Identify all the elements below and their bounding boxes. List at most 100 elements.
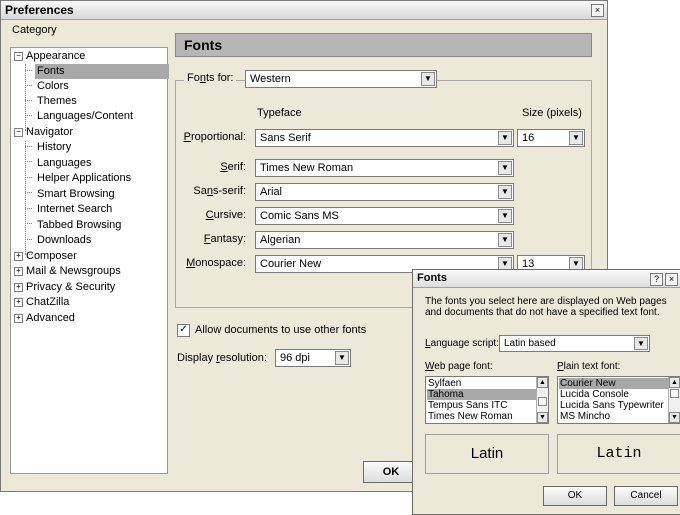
list-item[interactable]: MS Mincho: [560, 411, 610, 422]
scroll-down-icon[interactable]: ▼: [669, 412, 680, 423]
monospace-label: Monospace:: [186, 257, 246, 269]
scroll-up-icon[interactable]: ▲: [669, 377, 680, 388]
tree-item-languages-content[interactable]: Languages/Content: [37, 109, 133, 124]
scroll-down-icon[interactable]: ▼: [537, 412, 548, 423]
dialog-description: The fonts you select here are displayed …: [425, 296, 667, 318]
tree-item-label: Themes: [37, 95, 77, 107]
panel-header: Fonts: [175, 33, 592, 57]
tree-item-label: Smart Browsing: [37, 188, 115, 200]
cursive-select[interactable]: Comic Sans MS ▼: [255, 207, 514, 225]
list-item-selected[interactable]: Tahoma: [427, 389, 536, 400]
expand-icon[interactable]: +: [14, 314, 23, 323]
tree-item-themes[interactable]: Themes: [37, 94, 77, 109]
tree-item-privacy-security[interactable]: + Privacy & Security: [14, 280, 115, 295]
expand-icon[interactable]: +: [14, 298, 23, 307]
fantasy-select[interactable]: Algerian ▼: [255, 231, 514, 249]
serif-value: Times New Roman: [260, 162, 354, 174]
web-font-scrollbar[interactable]: ▲ ▼: [536, 377, 548, 423]
proportional-value: Sans Serif: [260, 132, 311, 144]
web-font-list[interactable]: Sylfaen Tahoma Tempus Sans ITC Times New…: [425, 376, 549, 424]
typeface-column-header: Typeface: [257, 107, 302, 119]
dialog-ok-button[interactable]: OK: [543, 486, 607, 506]
list-item[interactable]: Sylfaen: [428, 378, 461, 389]
fonts-for-label: Fonts for:: [184, 72, 237, 84]
scroll-up-icon[interactable]: ▲: [537, 377, 548, 388]
help-icon[interactable]: ?: [650, 273, 663, 286]
tree-item-label: Internet Search: [37, 203, 113, 215]
tree-item-advanced[interactable]: + Advanced: [14, 311, 75, 326]
chevron-down-icon[interactable]: ▼: [498, 131, 512, 145]
sans-serif-select[interactable]: Arial ▼: [255, 183, 514, 201]
tree-item-chatzilla[interactable]: + ChatZilla: [14, 295, 69, 310]
fonts-dialog: Fonts ? × The fonts you select here are …: [412, 269, 680, 515]
chevron-down-icon[interactable]: ▼: [421, 72, 435, 86]
chevron-down-icon[interactable]: ▼: [498, 161, 512, 175]
language-script-value: Latin based: [504, 338, 556, 349]
chevron-down-icon[interactable]: ▼: [569, 131, 583, 145]
tree-item-label: Languages/Content: [37, 110, 134, 122]
category-label: Category: [12, 24, 57, 36]
chevron-down-icon[interactable]: ▼: [498, 209, 512, 223]
list-item[interactable]: Lucida Sans Typewriter: [560, 400, 664, 411]
chevron-down-icon[interactable]: ▼: [498, 185, 512, 199]
tree-item-navigator[interactable]: − Navigator: [14, 125, 73, 140]
resolution-select[interactable]: 96 dpi ▼: [275, 349, 351, 367]
cursive-value: Comic Sans MS: [260, 210, 339, 222]
plain-font-preview: Latin: [557, 434, 680, 474]
allow-fonts-checkbox[interactable]: ✓: [177, 324, 190, 337]
tree-item-languages[interactable]: Languages: [37, 156, 91, 171]
tree-item-label: History: [37, 141, 72, 153]
tree-item-appearance[interactable]: − Appearance: [14, 49, 85, 64]
proportional-size-select[interactable]: 16 ▼: [517, 129, 585, 147]
monospace-value: Courier New: [260, 258, 322, 270]
allow-fonts-label: Allow documents to use other fonts: [195, 324, 367, 336]
language-script-select[interactable]: Latin based ▼: [499, 335, 650, 352]
chevron-down-icon[interactable]: ▼: [498, 233, 512, 247]
web-font-label: Web page font:: [425, 361, 493, 372]
tree-item-internet-search[interactable]: Internet Search: [37, 202, 112, 217]
tree-item-smart-browsing[interactable]: Smart Browsing: [37, 187, 115, 202]
fonts-for-value: Western: [250, 73, 291, 85]
list-item[interactable]: Lucida Console: [560, 389, 629, 400]
tree-item-label: Fonts: [37, 65, 65, 77]
dialog-cancel-button[interactable]: Cancel: [614, 486, 678, 506]
scroll-thumb[interactable]: [670, 389, 679, 398]
tree-item-label: Tabbed Browsing: [37, 219, 122, 231]
expand-icon[interactable]: +: [14, 252, 23, 261]
sans-serif-label: Sans-serif:: [193, 185, 246, 197]
resolution-label: Display resolution:: [177, 352, 267, 364]
scroll-thumb[interactable]: [538, 397, 547, 406]
plain-font-list[interactable]: Courier New Lucida Console Lucida Sans T…: [557, 376, 680, 424]
ok-button[interactable]: OK: [363, 461, 419, 483]
chevron-down-icon[interactable]: ▼: [634, 337, 648, 350]
expand-icon[interactable]: +: [14, 267, 23, 276]
plain-font-scrollbar[interactable]: ▲ ▼: [668, 377, 680, 423]
collapse-icon[interactable]: −: [14, 52, 23, 61]
list-item[interactable]: Tempus Sans ITC: [428, 400, 507, 411]
close-icon[interactable]: ×: [591, 4, 604, 17]
serif-label: Serif:: [220, 161, 246, 173]
tree-item-label: Advanced: [26, 312, 75, 324]
tree-item-history[interactable]: History: [37, 140, 71, 155]
tree-item-label: Languages: [37, 157, 92, 169]
proportional-select[interactable]: Sans Serif ▼: [255, 129, 514, 147]
chevron-down-icon[interactable]: ▼: [335, 351, 349, 365]
tree-item-helper-applications[interactable]: Helper Applications: [37, 171, 131, 186]
tree-item-fonts[interactable]: Fonts: [35, 64, 169, 79]
fonts-for-select[interactable]: Western ▼: [245, 70, 437, 88]
proportional-label: Proportional:: [183, 131, 246, 143]
close-icon[interactable]: ×: [665, 273, 678, 286]
proportional-size-value: 16: [522, 132, 535, 144]
serif-select[interactable]: Times New Roman ▼: [255, 159, 514, 177]
tree-item-colors[interactable]: Colors: [37, 79, 69, 94]
expand-icon[interactable]: +: [14, 283, 23, 292]
collapse-icon[interactable]: −: [14, 128, 23, 137]
tree-item-downloads[interactable]: Downloads: [37, 233, 91, 248]
tree-item-label: Appearance: [26, 50, 86, 62]
tree-item-tabbed-browsing[interactable]: Tabbed Browsing: [37, 218, 121, 233]
category-tree[interactable]: − Appearance Fonts Colors Themes Language…: [10, 47, 169, 474]
tree-item-composer[interactable]: + Composer: [14, 249, 77, 264]
list-item[interactable]: Times New Roman: [428, 411, 513, 422]
list-item-selected[interactable]: Courier New: [559, 378, 668, 389]
tree-item-mail-newsgroups[interactable]: + Mail & Newsgroups: [14, 264, 121, 279]
